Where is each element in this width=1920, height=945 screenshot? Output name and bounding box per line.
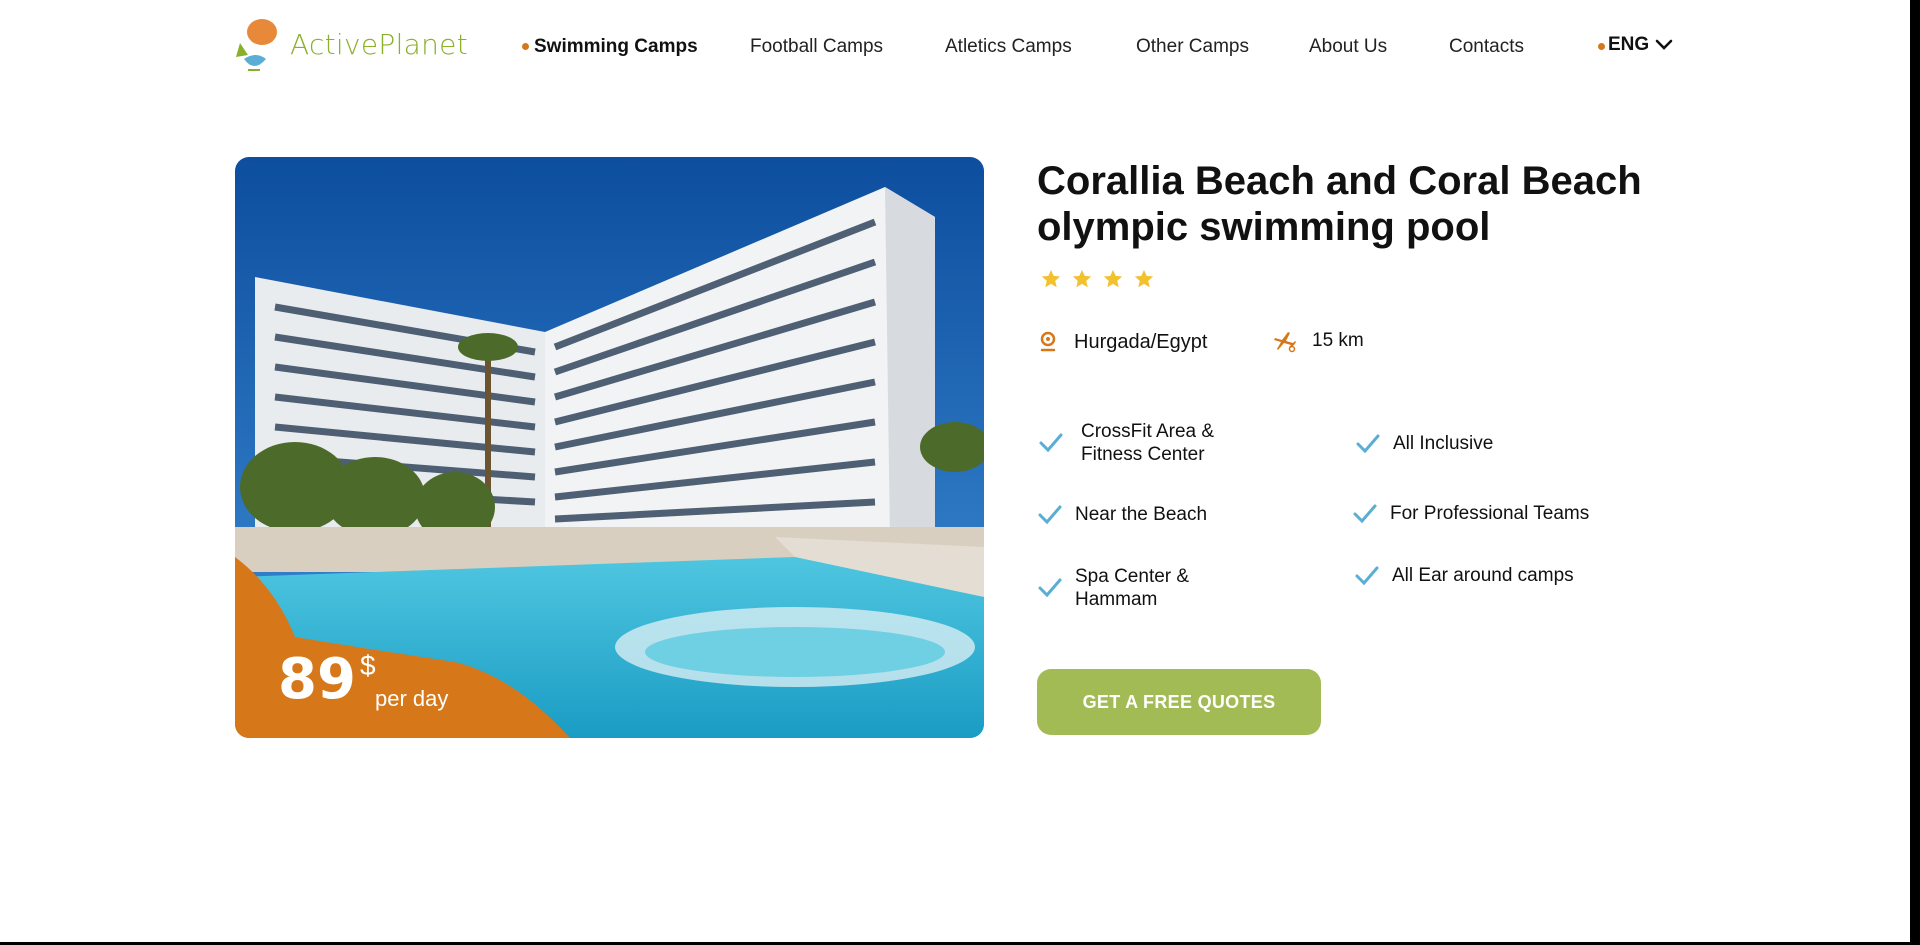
plane-icon [1274, 332, 1296, 353]
location-text: Hurgada/Egypt [1074, 330, 1208, 353]
price-unit: per day [375, 686, 449, 711]
feature-text: All Inclusive [1393, 433, 1494, 454]
feature-item: All Inclusive [1355, 432, 1493, 455]
active-dot [522, 43, 529, 50]
feature-text: Near the Beach [1075, 504, 1208, 525]
check-icon [1356, 434, 1380, 453]
right-edge-bar [1910, 0, 1920, 945]
star-icon [1072, 269, 1092, 288]
feature-item: Near the Beach [1037, 503, 1207, 526]
nav-football-camps[interactable]: Football Camps [750, 36, 883, 58]
nav-contacts[interactable]: Contacts [1449, 36, 1524, 58]
check-icon [1355, 566, 1379, 585]
star-icon [1103, 269, 1123, 288]
location-pin-icon [1040, 331, 1056, 352]
check-icon [1038, 505, 1062, 524]
price: 89 $ [278, 647, 376, 712]
get-free-quotes-button[interactable]: GET A FREE QUOTES [1037, 669, 1321, 735]
hotel-title: Corallia Beach and Coral Beach olympic s… [1037, 158, 1697, 250]
feature-text-line1: CrossFit Area & [1081, 421, 1215, 442]
logo[interactable]: ActivePlanet [234, 14, 468, 74]
nav-swimming-camps[interactable]: Swimming Camps [534, 36, 698, 58]
feature-text-line2: Hammam [1075, 589, 1158, 610]
feature-item: All Ear around camps [1354, 564, 1574, 587]
check-icon [1353, 504, 1377, 523]
distance-text: 15 km [1312, 330, 1364, 351]
language-dot [1598, 43, 1605, 50]
location: Hurgada/Egypt [1037, 330, 1207, 354]
chevron-down-icon [1655, 39, 1673, 50]
feature-text-line1: Spa Center & [1075, 566, 1190, 587]
hotel-title-line1: Corallia Beach and Coral Beach [1037, 159, 1642, 203]
feature-item: For Professional Teams [1352, 502, 1589, 525]
hotel-title-line2: olympic swimming pool [1037, 205, 1491, 249]
feature-text-line2: Fitness Center [1081, 444, 1205, 465]
price-currency: $ [359, 650, 376, 681]
nav-atletics-camps[interactable]: Atletics Camps [945, 36, 1072, 58]
check-icon [1038, 578, 1062, 598]
language-selector[interactable]: ENG [1608, 34, 1673, 56]
airport-distance: 15 km [1272, 328, 1364, 354]
feature-item: CrossFit Area & Fitness Center [1038, 420, 1214, 466]
star-icon [1041, 269, 1061, 288]
nav-other-camps[interactable]: Other Camps [1136, 36, 1249, 58]
logo-icon [236, 19, 277, 71]
feature-item: Spa Center & Hammam [1037, 565, 1189, 611]
nav-about-us[interactable]: About Us [1309, 36, 1387, 58]
logo-text: ActivePlanet [290, 27, 468, 61]
feature-text: All Ear around camps [1392, 565, 1574, 586]
check-icon [1039, 433, 1063, 453]
language-label: ENG [1608, 34, 1650, 55]
star-rating [1040, 268, 1155, 290]
price-value: 89 [278, 647, 356, 712]
feature-text: For Professional Teams [1390, 503, 1590, 524]
star-icon [1134, 269, 1154, 288]
